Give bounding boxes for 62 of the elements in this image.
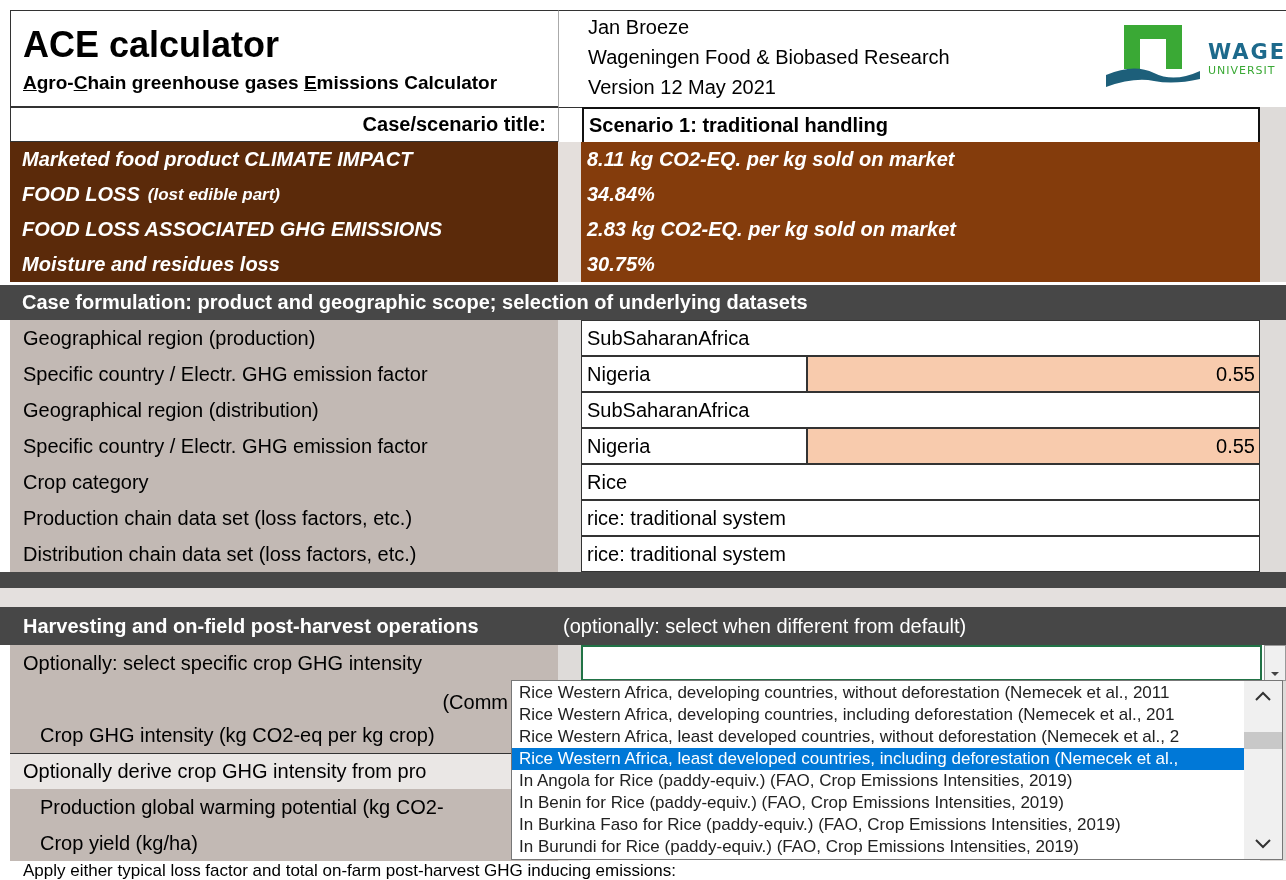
value-cell[interactable]: Nigeria xyxy=(581,356,807,392)
result-value: 8.11 kg CO2-EQ. per kg sold on market xyxy=(581,142,1260,177)
chevron-up-icon[interactable] xyxy=(1255,691,1271,701)
caret-icon xyxy=(1270,671,1280,677)
dropdown-button[interactable] xyxy=(1264,645,1286,681)
label-cell: Specific country / Electr. GHG emission factor xyxy=(10,356,558,392)
dropdown-option[interactable]: Rice Western Africa, developing countries, without deforestation (Nemecek et al., 2011 xyxy=(512,682,1244,704)
factor-cell: 0.55 xyxy=(807,428,1260,464)
result-value: 2.83 kg CO2-EQ. per kg sold on market xyxy=(581,212,1260,247)
app-title: ACE calculator xyxy=(23,23,280,66)
dropdown-option[interactable]: Rice Western Africa, least developed countries, including deforestation (Nemecek et al., xyxy=(512,748,1244,770)
label-cell: Optionally: select specific crop GHG intensity xyxy=(10,645,558,681)
result-label: FOOD LOSS (lost edible part) xyxy=(10,177,558,212)
spacer-cell xyxy=(558,107,582,142)
logo-tagline: UNIVERSIT xyxy=(1207,63,1277,77)
scrollbar[interactable] xyxy=(1244,681,1282,859)
label-cell: Specific country / Electr. GHG emission factor xyxy=(10,428,558,464)
dropdown-option[interactable]: In Benin for Rice (paddy-equiv.) (FAO, Crop Emissions Intensities, 2019) xyxy=(512,792,1244,814)
value-cell[interactable]: rice: traditional system xyxy=(581,500,1260,536)
spacer-cell xyxy=(558,536,581,572)
label-cell: Geographical region (distribution) xyxy=(10,392,558,428)
scrollbar-thumb[interactable] xyxy=(1244,731,1282,749)
dropdown-field[interactable] xyxy=(581,645,1262,681)
label-cell: Geographical region (production) xyxy=(10,320,558,356)
value-cell[interactable]: SubSaharanAfrica xyxy=(581,392,1260,428)
organisation-name: Wageningen Food & Biobased Research xyxy=(588,45,950,70)
section-header: Case formulation: product and geographic scope; selection of underlying datasets xyxy=(0,285,1286,320)
dropdown-option[interactable]: Rice Western Africa, least developed countries, without deforestation (Nemecek et al., 2 xyxy=(512,726,1244,748)
label-cell: Distribution chain data set (loss factors, etc.) xyxy=(10,536,558,572)
margin-cell xyxy=(1260,247,1286,282)
value-cell[interactable]: Nigeria xyxy=(581,428,807,464)
app-subtitle: Agro-Chain greenhouse gases Emissions Calculator xyxy=(23,71,498,94)
label-cell: Crop category xyxy=(10,464,558,500)
section-title: Harvesting and on-field post-harvest operations xyxy=(22,614,480,638)
value-cell[interactable]: Rice xyxy=(581,464,1260,500)
spacer-cell xyxy=(558,320,581,356)
result-value: 34.84% xyxy=(581,177,1260,212)
margin-cell xyxy=(1260,107,1286,142)
spacer-cell xyxy=(558,645,581,681)
value-cell[interactable]: rice: traditional system xyxy=(581,536,1260,572)
dropdown-option[interactable]: Rice Western Africa, developing countries, including deforestation (Nemecek et al., 201 xyxy=(512,704,1244,726)
version-text: Version 12 May 2021 xyxy=(588,75,777,100)
factor-cell: 0.55 xyxy=(807,356,1260,392)
result-label: Moisture and residues loss xyxy=(10,247,558,282)
dropdown-option[interactable]: In Angola for Rice (paddy-equiv.) (FAO, Crop Emissions Intensities, 2019) xyxy=(512,770,1244,792)
dropdown-option[interactable]: In Burundi for Rice (paddy-equiv.) (FAO, Crop Emissions Intensities, 2019) xyxy=(512,836,1244,858)
spacer-cell xyxy=(558,247,581,282)
author-name: Jan Broeze xyxy=(588,15,691,40)
result-label: Marketed food product CLIMATE IMPACT xyxy=(10,142,558,177)
margin-cell xyxy=(1260,320,1286,356)
margin-cell xyxy=(1260,536,1286,572)
scenario-label: Case/scenario title: xyxy=(10,107,558,142)
dropdown-option[interactable]: In Burkina Faso for Rice (paddy-equiv.) (FAO, Crop Emissions Intensities, 2019) xyxy=(512,814,1244,836)
result-value: 30.75% xyxy=(581,247,1260,282)
chevron-down-icon[interactable] xyxy=(1255,839,1271,849)
logo-wordmark: WAGE xyxy=(1207,39,1286,64)
spacer-cell xyxy=(558,142,581,177)
scenario-title: Scenario 1: traditional handling xyxy=(582,107,1260,142)
result-label: FOOD LOSS ASSOCIATED GHG EMISSIONS xyxy=(10,212,558,247)
label-cell: Production chain data set (loss factors, etc.) xyxy=(10,500,558,536)
value-cell[interactable]: SubSaharanAfrica xyxy=(581,320,1260,356)
section-hint: (optionally: select when different from default) xyxy=(562,614,967,638)
